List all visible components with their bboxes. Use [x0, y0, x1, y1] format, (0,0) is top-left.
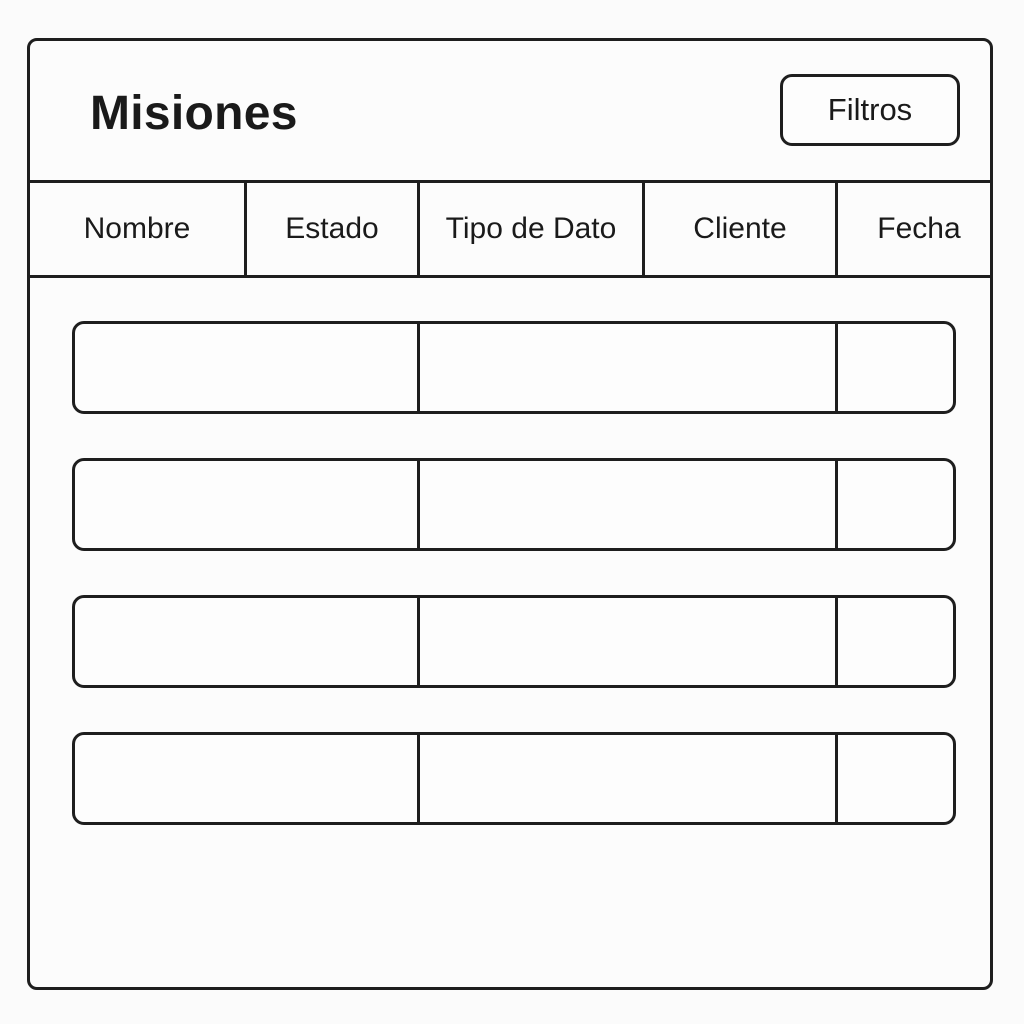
table-row[interactable]: [72, 321, 956, 414]
row-cell: [420, 324, 838, 411]
page-header: Misiones Filtros: [30, 41, 990, 183]
mission-list: [72, 321, 956, 869]
row-cell: [420, 735, 838, 822]
row-cell: [75, 461, 420, 548]
row-cell: [75, 598, 420, 685]
row-cell: [420, 598, 838, 685]
table-row[interactable]: [72, 458, 956, 551]
column-header-nombre[interactable]: Nombre: [30, 183, 247, 275]
page-title: Misiones: [90, 87, 298, 140]
table-row[interactable]: [72, 595, 956, 688]
row-cell: [838, 461, 953, 548]
table-row[interactable]: [72, 732, 956, 825]
row-cell: [838, 324, 953, 411]
row-cell: [838, 598, 953, 685]
missions-window: Misiones Filtros Nombre Estado Tipo de D…: [27, 38, 993, 990]
row-cell: [75, 324, 420, 411]
column-header-fecha[interactable]: Fecha: [838, 183, 990, 275]
column-header-cliente[interactable]: Cliente: [645, 183, 838, 275]
row-cell: [75, 735, 420, 822]
row-cell: [420, 461, 838, 548]
table-header: Nombre Estado Tipo de Dato Cliente Fecha: [30, 183, 990, 278]
column-header-estado[interactable]: Estado: [247, 183, 420, 275]
column-header-tipo-de-dato[interactable]: Tipo de Dato: [420, 183, 645, 275]
row-cell: [838, 735, 953, 822]
filters-button[interactable]: Filtros: [780, 74, 960, 146]
